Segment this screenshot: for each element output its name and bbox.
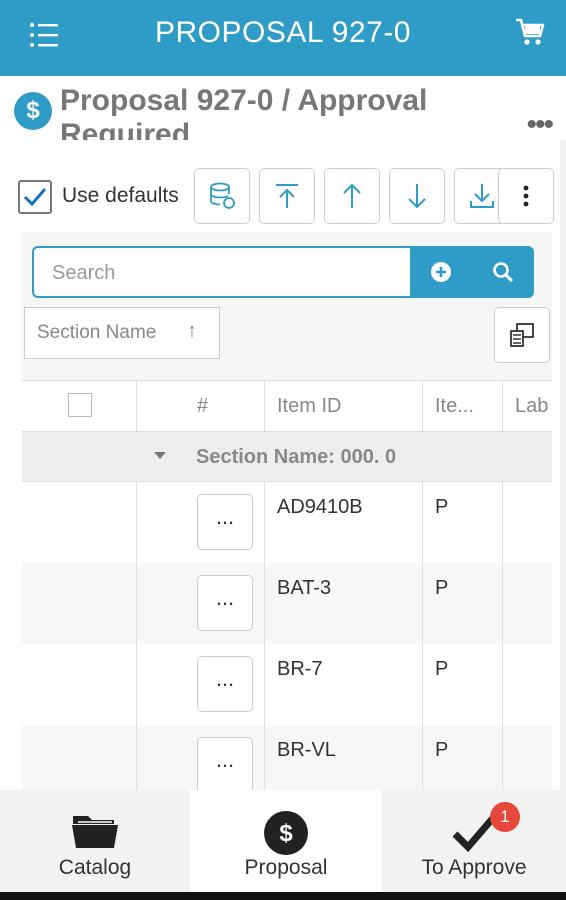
column-header-number[interactable]: # bbox=[137, 381, 265, 431]
app-bar: PROPOSAL 927-0 bbox=[0, 0, 566, 76]
section-group-row[interactable]: Section Name: 000. 0 bbox=[22, 432, 552, 482]
column-header-item-type[interactable]: Ite... bbox=[423, 381, 503, 431]
search-placeholder: Search bbox=[52, 262, 116, 284]
database-settings-button[interactable] bbox=[194, 168, 250, 224]
search-input[interactable]: Search bbox=[32, 246, 412, 298]
folder-icon bbox=[70, 810, 120, 855]
search-button[interactable] bbox=[472, 246, 534, 298]
more-options-button[interactable]: ••• bbox=[526, 108, 553, 140]
row-actions-button[interactable]: ... bbox=[197, 737, 253, 790]
table-row[interactable]: ... BR-7 P bbox=[22, 644, 552, 725]
sort-chip[interactable]: Section Name ↑ bbox=[24, 307, 220, 359]
label-cell bbox=[503, 563, 552, 644]
bottom-tab-bar: Catalog $ Proposal To Approve bbox=[0, 790, 566, 892]
tab-proposal[interactable]: $ Proposal bbox=[190, 790, 382, 892]
svg-text:$: $ bbox=[279, 820, 293, 847]
row-select-cell[interactable] bbox=[22, 725, 137, 790]
move-up-button[interactable] bbox=[324, 168, 380, 224]
row-select-cell[interactable] bbox=[22, 644, 137, 725]
column-header-item-id[interactable]: Item ID bbox=[265, 381, 423, 431]
sort-chip-label: Section Name bbox=[37, 322, 157, 343]
tab-to-approve-label: To Approve bbox=[421, 856, 527, 879]
use-defaults-label: Use defaults bbox=[62, 184, 179, 207]
item-type-cell: P bbox=[423, 563, 503, 644]
tab-proposal-label: Proposal bbox=[244, 856, 328, 879]
select-all-column-header bbox=[22, 381, 137, 431]
page-title: Proposal 927-0 / Approval Required bbox=[60, 84, 428, 140]
item-type-cell: P bbox=[423, 725, 503, 790]
column-chooser-icon bbox=[510, 323, 534, 347]
row-actions-button[interactable]: ... bbox=[197, 575, 253, 631]
sort-ascending-icon: ↑ bbox=[187, 320, 197, 342]
move-up-icon bbox=[343, 183, 361, 208]
more-vertical-icon bbox=[523, 185, 529, 207]
table-header-row: # Item ID Ite... Lab bbox=[22, 380, 552, 432]
app-title: PROPOSAL 927-0 bbox=[154, 16, 411, 49]
select-all-checkbox[interactable] bbox=[68, 393, 92, 417]
dollar-circle-icon: $ bbox=[263, 810, 309, 861]
tab-catalog[interactable]: Catalog bbox=[0, 790, 190, 892]
table-row[interactable]: ... BR-VL P bbox=[22, 725, 552, 790]
item-id-cell: BR-7 bbox=[265, 644, 423, 725]
row-select-cell[interactable] bbox=[22, 563, 137, 644]
section-group-label: Section Name: 000. 0 bbox=[196, 446, 397, 468]
search-buttons bbox=[410, 246, 534, 298]
tab-catalog-label: Catalog bbox=[58, 856, 132, 879]
column-chooser-button[interactable] bbox=[494, 307, 550, 363]
toolbar: Use defaults bbox=[18, 168, 558, 224]
database-settings-icon bbox=[210, 182, 235, 209]
table-row[interactable]: ... BAT-3 P bbox=[22, 563, 552, 644]
column-header-label[interactable]: Lab bbox=[503, 381, 552, 431]
item-type-cell: P bbox=[423, 482, 503, 563]
row-actions-button[interactable]: ... bbox=[197, 656, 253, 712]
screen-bottom-edge bbox=[0, 892, 566, 900]
row-actions-button[interactable]: ... bbox=[197, 494, 253, 550]
tab-to-approve[interactable]: To Approve bbox=[382, 790, 566, 892]
search-icon bbox=[493, 262, 514, 283]
use-defaults-checkbox[interactable] bbox=[18, 180, 52, 214]
table-row[interactable]: ... AD9410B P bbox=[22, 482, 552, 563]
notification-badge: 1 bbox=[490, 802, 520, 832]
move-to-top-icon bbox=[276, 184, 298, 208]
item-type-cell: P bbox=[423, 644, 503, 725]
move-down-button[interactable] bbox=[389, 168, 445, 224]
label-cell bbox=[503, 725, 552, 790]
collapse-caret-icon[interactable] bbox=[154, 452, 166, 459]
cart-icon[interactable] bbox=[514, 16, 546, 48]
label-cell bbox=[503, 644, 552, 725]
item-id-cell: AD9410B bbox=[265, 482, 423, 563]
items-table: # Item ID Ite... Lab Section Name: 000. … bbox=[22, 380, 552, 790]
dollar-circle-icon: $ bbox=[14, 92, 52, 130]
move-to-bottom-icon bbox=[470, 184, 494, 208]
page-header: $ Proposal 927-0 / Approval Required ••• bbox=[0, 76, 566, 140]
move-to-top-button[interactable] bbox=[259, 168, 315, 224]
row-select-cell[interactable] bbox=[22, 482, 137, 563]
label-cell bbox=[503, 482, 552, 563]
item-id-cell: BR-VL bbox=[265, 725, 423, 790]
move-down-icon bbox=[408, 184, 426, 209]
plus-circle-icon bbox=[431, 262, 451, 282]
add-button[interactable] bbox=[410, 246, 472, 298]
more-vertical-button[interactable] bbox=[498, 168, 554, 224]
item-id-cell: BAT-3 bbox=[265, 563, 423, 644]
